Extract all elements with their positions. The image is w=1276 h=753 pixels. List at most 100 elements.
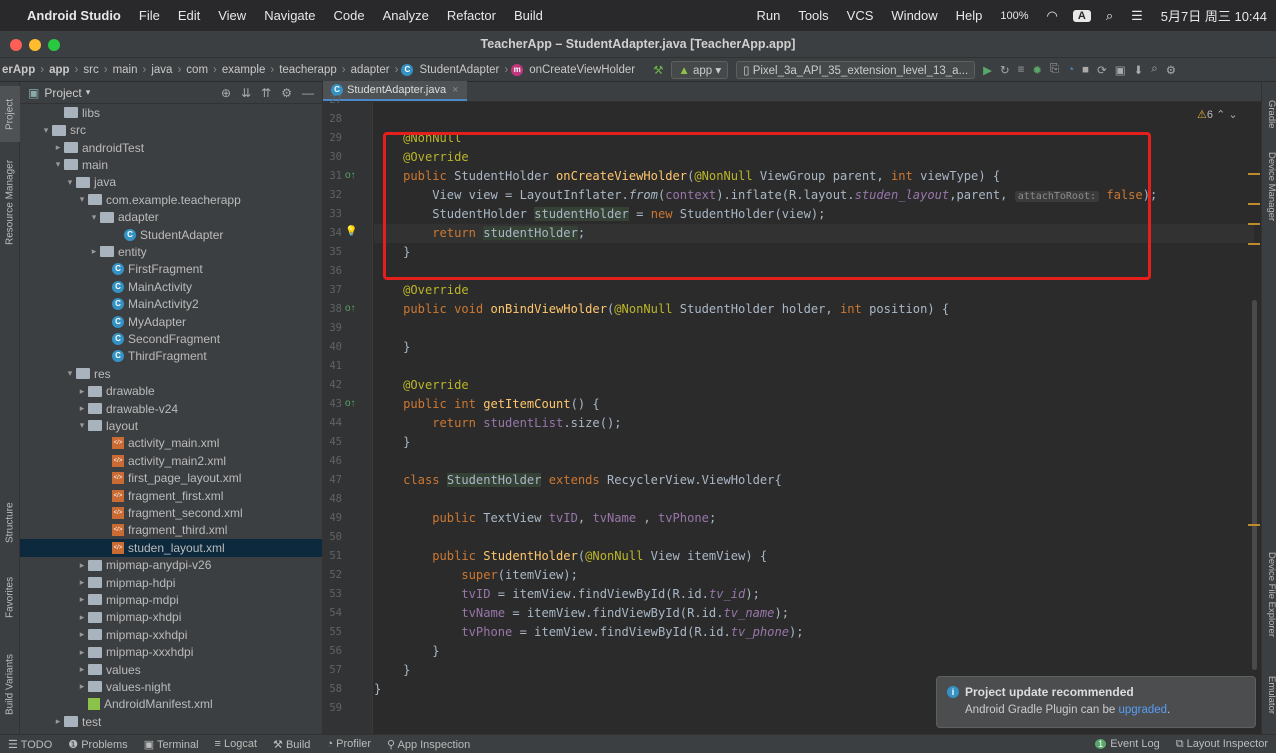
code-line[interactable]: @NonNull: [374, 129, 1254, 148]
line-number[interactable]: 55: [323, 626, 342, 638]
run-icon[interactable]: ▶: [979, 63, 996, 77]
tab-layout-inspector[interactable]: ⧉ Layout Inspector: [1168, 738, 1276, 751]
sdk-manager-icon[interactable]: ⬇: [1130, 63, 1148, 77]
tab-build-variants[interactable]: Build Variants: [0, 642, 20, 727]
line-number[interactable]: 47: [323, 474, 342, 486]
line-number[interactable]: 53: [323, 588, 342, 600]
tree-item[interactable]: </> fragment_first.xml: [20, 487, 322, 505]
project-view-select[interactable]: Project: [44, 86, 81, 100]
line-number[interactable]: 43: [323, 398, 342, 410]
menu-file[interactable]: File: [130, 8, 169, 23]
tree-item[interactable]: C ThirdFragment: [20, 348, 322, 366]
tree-item[interactable]: ▾ res: [20, 365, 322, 383]
line-number[interactable]: 48: [323, 493, 342, 505]
chevron-down-icon[interactable]: ▾: [52, 159, 64, 170]
line-number[interactable]: 40: [323, 341, 342, 353]
menu-analyze[interactable]: Analyze: [374, 8, 438, 23]
chevron-right-icon[interactable]: ▸: [76, 629, 88, 640]
tree-item[interactable]: </> fragment_third.xml: [20, 522, 322, 540]
override-marker-icon[interactable]: o↑: [345, 303, 356, 314]
breadcrumb-src[interactable]: src: [81, 64, 100, 76]
tree-item[interactable]: ▾ java: [20, 174, 322, 192]
tab-todo[interactable]: ☰ TODO: [0, 738, 60, 751]
error-stripe-mark[interactable]: [1248, 223, 1260, 225]
apply-changes-icon[interactable]: ↻: [996, 63, 1014, 77]
code-line[interactable]: }: [374, 338, 1254, 357]
tree-item[interactable]: ▾ src: [20, 121, 322, 139]
error-stripe-mark[interactable]: [1248, 173, 1260, 175]
error-stripe-mark[interactable]: [1248, 203, 1260, 205]
tree-item[interactable]: C StudentAdapter: [20, 226, 322, 244]
breadcrumb-method[interactable]: onCreateViewHolder: [527, 64, 637, 76]
code-line[interactable]: [374, 262, 1254, 281]
tab-profiler[interactable]: ◔ Profiler: [318, 738, 379, 750]
code-line[interactable]: [374, 357, 1254, 376]
tree-item[interactable]: ▸ values-night: [20, 678, 322, 696]
minimize-window-button[interactable]: [29, 39, 41, 51]
line-number[interactable]: 46: [323, 455, 342, 467]
override-marker-icon[interactable]: o↑: [345, 170, 356, 181]
tree-item[interactable]: ▸ entity: [20, 243, 322, 261]
editor-scrollbar[interactable]: [1252, 300, 1257, 670]
tab-emulator[interactable]: Emulator: [1263, 676, 1276, 714]
collapse-all-icon[interactable]: ⇈: [261, 86, 271, 100]
breadcrumb-project[interactable]: erApp: [0, 64, 37, 76]
wifi-icon[interactable]: ◠: [1038, 8, 1067, 24]
chevron-right-icon[interactable]: ▸: [76, 386, 88, 397]
line-number[interactable]: 49: [323, 512, 342, 524]
menu-window[interactable]: Window: [882, 8, 946, 23]
device-select[interactable]: ▯ Pixel_3a_API_35_extension_level_13_a..…: [736, 60, 976, 79]
line-number[interactable]: 30: [323, 151, 342, 163]
input-source-badge[interactable]: A: [1072, 9, 1091, 22]
tab-problems[interactable]: ❶ Problems: [60, 738, 135, 751]
line-number[interactable]: 45: [323, 436, 342, 448]
code-line[interactable]: tvName = itemView.findViewById(R.id.tv_n…: [374, 604, 1254, 623]
line-number[interactable]: 56: [323, 645, 342, 657]
tree-item[interactable]: </> fragment_second.xml: [20, 504, 322, 522]
line-number[interactable]: 51: [323, 550, 342, 562]
chevron-down-icon[interactable]: ▾: [40, 125, 52, 136]
expand-all-icon[interactable]: ⇊: [241, 86, 251, 100]
locate-icon[interactable]: ⊕: [221, 86, 231, 100]
line-number[interactable]: 27: [323, 94, 342, 106]
chevron-right-icon[interactable]: ▸: [52, 716, 64, 727]
chevron-right-icon[interactable]: ▸: [88, 246, 100, 257]
tab-gradle[interactable]: Gradle: [1263, 100, 1276, 129]
menu-build[interactable]: Build: [505, 8, 552, 23]
zoom-window-button[interactable]: [48, 39, 60, 51]
code-line[interactable]: }: [374, 642, 1254, 661]
line-number[interactable]: 50: [323, 531, 342, 543]
project-update-notification[interactable]: i Project update recommended Android Grad…: [936, 676, 1256, 728]
code-line[interactable]: tvID = itemView.findViewById(R.id.tv_id)…: [374, 585, 1254, 604]
search-icon[interactable]: ⌕: [1147, 63, 1161, 76]
menu-edit[interactable]: Edit: [169, 8, 209, 23]
tree-item[interactable]: ▾ main: [20, 156, 322, 174]
tab-project[interactable]: Project: [0, 86, 20, 142]
line-number[interactable]: 39: [323, 322, 342, 334]
breadcrumb-main[interactable]: main: [111, 64, 140, 76]
line-number[interactable]: 34: [323, 227, 342, 239]
tree-item[interactable]: C FirstFragment: [20, 261, 322, 279]
breadcrumb-teacherapp[interactable]: teacherapp: [277, 64, 339, 76]
code-line[interactable]: [374, 528, 1254, 547]
chevron-right-icon[interactable]: ▸: [76, 560, 88, 571]
coverage-icon[interactable]: ≡: [1014, 64, 1029, 76]
chevron-right-icon[interactable]: ▸: [76, 577, 88, 588]
close-window-button[interactable]: [10, 39, 22, 51]
line-number[interactable]: 38: [323, 303, 342, 315]
tab-resource-manager[interactable]: Resource Manager: [0, 152, 20, 252]
tree-item[interactable]: ▸ drawable-v24: [20, 400, 322, 418]
tree-item[interactable]: </> first_page_layout.xml: [20, 469, 322, 487]
breadcrumb-studentadapter[interactable]: StudentAdapter: [417, 64, 501, 76]
chevron-down-icon[interactable]: ▾: [88, 212, 100, 223]
lightbulb-icon[interactable]: 💡: [345, 226, 357, 237]
chevron-up-icon[interactable]: ⌃: [1216, 109, 1225, 121]
menu-navigate[interactable]: Navigate: [255, 8, 324, 23]
tree-item[interactable]: ▸ test: [20, 713, 322, 731]
tree-item[interactable]: ▸ mipmap-anydpi-v26: [20, 556, 322, 574]
chevron-down-icon[interactable]: ▾: [76, 194, 88, 205]
chevron-down-icon[interactable]: ▾: [64, 368, 76, 379]
tree-item[interactable]: </> studen_layout.xml: [20, 539, 322, 557]
tree-item[interactable]: ▸ mipmap-hdpi: [20, 574, 322, 592]
warning-indicator[interactable]: ⚠6 ⌃ ⌄: [1197, 108, 1238, 121]
